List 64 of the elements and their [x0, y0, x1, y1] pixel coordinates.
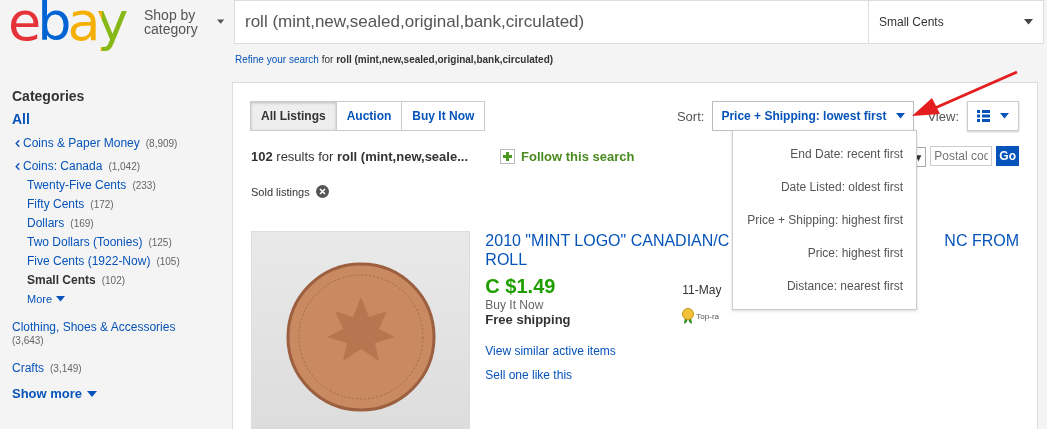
- shop-by-category-button[interactable]: Shop by category: [144, 8, 224, 36]
- category-link[interactable]: Clothing, Shoes & Accessories: [12, 320, 176, 334]
- category-count: (1,042): [108, 160, 141, 172]
- show-more-link[interactable]: Show more: [12, 386, 232, 401]
- listing-link[interactable]: View similar active items: [485, 344, 1019, 358]
- listing-tab[interactable]: Buy It Now: [401, 101, 486, 131]
- subcategory-link[interactable]: Two Dollars (Toonies): [27, 235, 143, 249]
- view-dropdown[interactable]: [967, 101, 1019, 131]
- categories-heading: Categories: [12, 88, 86, 104]
- listing-tab[interactable]: Auction: [335, 101, 403, 131]
- plus-icon: [500, 148, 515, 164]
- filter-chip-label: Sold listings: [251, 185, 310, 198]
- category-count: (169): [70, 217, 94, 229]
- sort-dropdown[interactable]: Price + Shipping: lowest first: [712, 101, 915, 131]
- subcategory-link[interactable]: Fifty Cents: [27, 197, 85, 211]
- subcategory-link[interactable]: Dollars: [27, 216, 65, 230]
- caret-icon: [896, 113, 906, 119]
- caret-icon: [216, 18, 224, 26]
- category-count: (3,149): [50, 363, 82, 374]
- listing-price: C $1.49: [485, 275, 557, 298]
- caret-icon: [56, 296, 66, 302]
- sort-option[interactable]: Distance: nearest first: [733, 270, 916, 303]
- more-link[interactable]: More: [12, 293, 232, 305]
- top-rated-label: Top-ra: [696, 311, 719, 321]
- category-link[interactable]: Coins: Canada: [23, 159, 103, 173]
- listing-title[interactable]: ROLL: [485, 250, 528, 269]
- listing-link[interactable]: Sell one like this: [485, 368, 1019, 382]
- category-count: (233): [132, 179, 156, 191]
- subcategory-link[interactable]: Five Cents (1922-Now): [27, 254, 151, 268]
- close-icon[interactable]: [315, 185, 329, 198]
- category-count: (102): [101, 274, 126, 286]
- category-count: (8,909): [145, 137, 178, 149]
- go-button[interactable]: Go: [996, 146, 1019, 166]
- list-view-icon: [977, 110, 990, 122]
- category-count: (3,643): [12, 335, 45, 346]
- search-field[interactable]: roll (mint,new,sealed,original,bank,circulated): [234, 0, 868, 44]
- category-count: (172): [90, 198, 114, 210]
- sort-option[interactable]: Date Listed: oldest first: [733, 171, 916, 204]
- listing-title[interactable]: NC FROM: [944, 231, 1019, 250]
- category-link[interactable]: Crafts: [12, 361, 44, 375]
- caret-icon: [1024, 19, 1033, 25]
- caret-icon: [1000, 113, 1009, 119]
- listing-tab[interactable]: All Listings: [250, 101, 337, 131]
- category-select[interactable]: Small Cents: [868, 0, 1044, 44]
- results-count: 102 results for roll (mint,new,seale...: [251, 148, 469, 164]
- refine-link[interactable]: Refine your search: [235, 54, 319, 65]
- subcategory-link[interactable]: Small Cents: [27, 273, 96, 287]
- medal-icon: [682, 308, 695, 324]
- listing-date: 11-May: [682, 283, 722, 297]
- subcategory-link[interactable]: Twenty-Five Cents: [27, 178, 127, 192]
- refine-note: Refine your search for roll (mint,new,sealed,original,bank,circulated): [235, 54, 555, 65]
- sort-option[interactable]: Price + Shipping: highest first: [733, 204, 916, 237]
- follow-search-link[interactable]: Follow this search: [500, 148, 635, 164]
- category-count: (105): [156, 255, 180, 267]
- category-count: (125): [148, 236, 172, 248]
- sort-option[interactable]: Price: highest first: [733, 237, 916, 270]
- category-link[interactable]: All: [12, 111, 232, 127]
- sort-label: Sort:: [676, 108, 705, 124]
- category-link[interactable]: Coins & Paper Money: [23, 136, 140, 150]
- photo-placeholder[interactable]: [251, 231, 471, 429]
- listing-title[interactable]: 2010 "MINT LOGO" CANADIAN/C: [485, 231, 730, 250]
- listing-format: Buy It Now: [485, 298, 545, 312]
- shipping-info: Free shipping: [485, 312, 572, 327]
- caret-icon: [87, 390, 98, 397]
